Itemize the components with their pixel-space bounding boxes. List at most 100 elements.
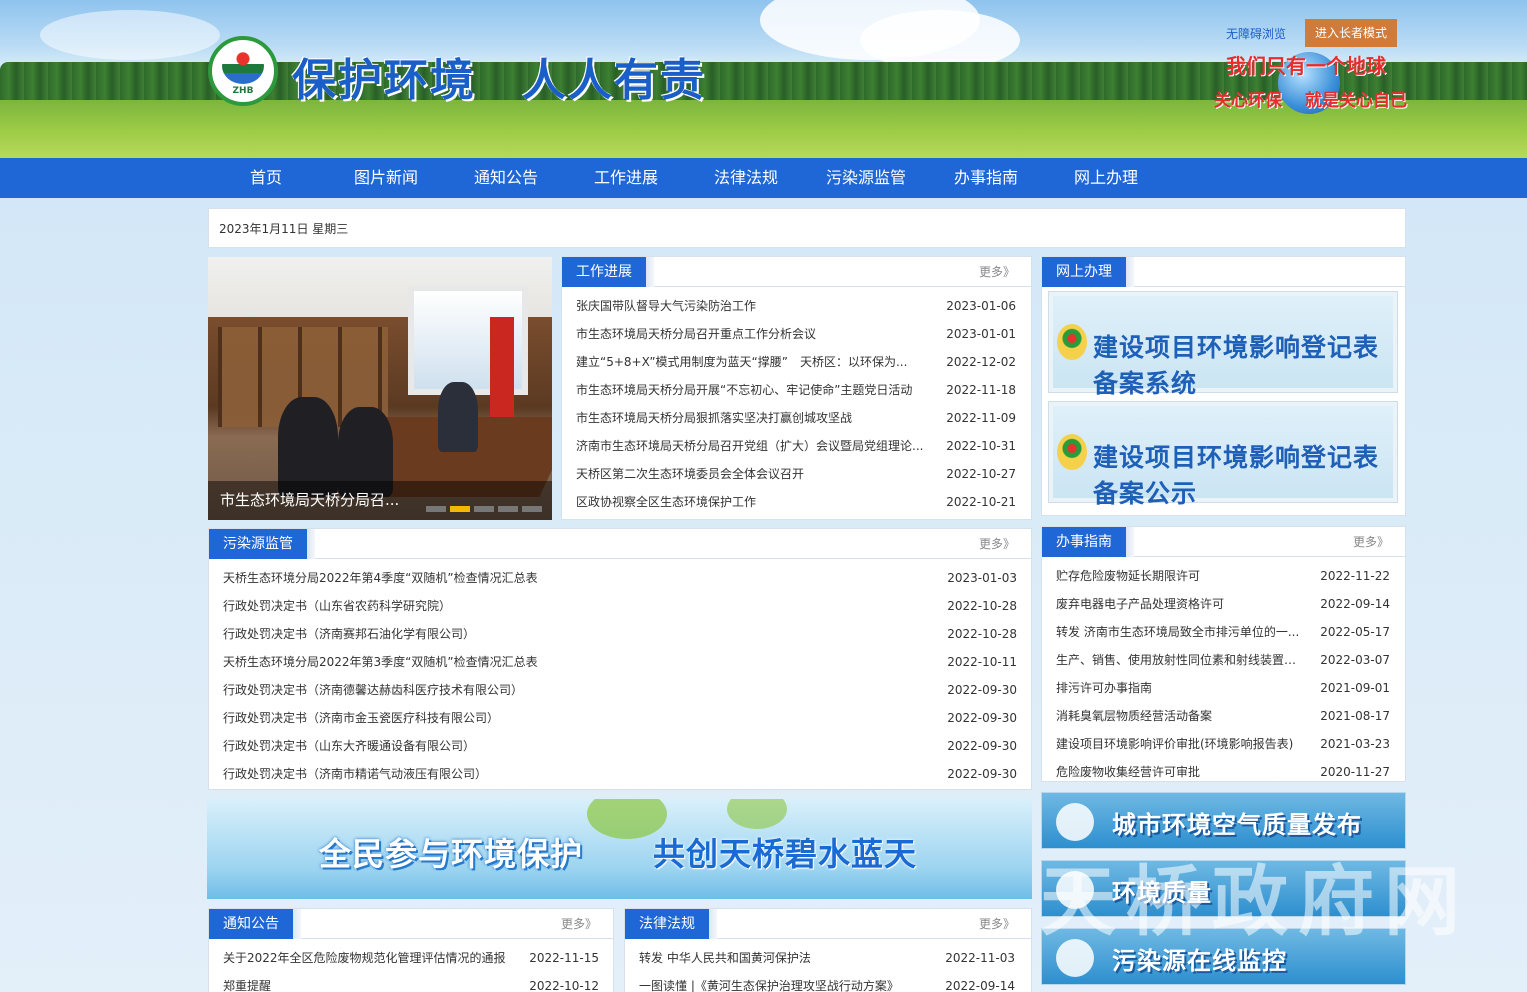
list-item-title[interactable]: 市生态环境局天桥分局召开重点工作分析会议 [576,320,931,348]
list-item[interactable]: 郑重提醒 2022-10-12 [223,972,599,992]
list-item-title[interactable]: 转发 中华人民共和国黄河保护法 [639,944,929,972]
service-link-registration-system[interactable]: 建设项目环境影响登记表备案系统 [1048,291,1398,398]
laws-panel: 法律法规 更多》 转发 中华人民共和国黄河保护法 2022-11-03 一图读懂 |… [624,908,1032,992]
list-item-title[interactable]: 贮存危险废物延长期限许可 [1056,562,1301,590]
panel-header: 网上办理 [1042,257,1405,287]
leaf-decoration [727,799,787,829]
list-item-date: 2022-09-14 [945,979,1015,992]
list-item-date: 2022-11-22 [1320,569,1390,583]
slider-dot[interactable] [498,506,518,512]
slider-dot[interactable] [426,506,446,512]
elder-mode-button[interactable]: 进入长者模式 [1305,19,1397,47]
list-item[interactable]: 行政处罚决定书（济南德馨达赫齿科医疗技术有限公司） 2022-09-30 [223,676,1017,704]
panel-title[interactable]: 法律法规 [625,909,717,939]
list-item-title[interactable]: 天桥生态环境分局2022年第3季度“双随机”检查情况汇总表 [223,648,823,676]
list-item-title[interactable]: 危险废物收集经营许可审批 [1056,758,1301,786]
list-item-title[interactable]: 生产、销售、使用放射性同位素和射线装置的... [1056,646,1301,674]
list-item[interactable]: 排污许可办事指南 2021-09-01 [1056,674,1390,702]
list-item[interactable]: 贮存危险废物延长期限许可 2022-11-22 [1056,562,1390,590]
more-link[interactable]: 更多》 [1353,527,1389,557]
list-item-title[interactable]: 行政处罚决定书（山东省农药科学研究院） [223,592,823,620]
cloud-decoration [860,10,1020,70]
panel-title[interactable]: 通知公告 [209,909,301,939]
slider-dot[interactable] [474,506,494,512]
list-item-title[interactable]: 建设项目环境影响评价审批(环境影响报告表) [1056,730,1301,758]
list-item-title[interactable]: 建立“5+8+X”模式用制度为蓝天“撑腰” 天桥区：以环保为... [576,348,931,376]
list-item-title[interactable]: 排污许可办事指南 [1056,674,1301,702]
site-logo[interactable]: ZHB [208,36,278,106]
list-item[interactable]: 转发 中华人民共和国黄河保护法 2022-11-03 [639,944,1015,972]
list-item[interactable]: 生产、销售、使用放射性同位素和射线装置的... 2022-03-07 [1056,646,1390,674]
nav-item-online-service[interactable]: 网上办理 [1046,158,1166,198]
list-item-title[interactable]: 市生态环境局天桥分局狠抓落实坚决打赢创城攻坚战 [576,404,931,432]
list-item[interactable]: 一图读懂 |《黄河生态保护治理攻坚战行动方案》 2022-09-14 [639,972,1015,992]
nav-item-notices[interactable]: 通知公告 [446,158,566,198]
list-item-title[interactable]: 行政处罚决定书（济南德馨达赫齿科医疗技术有限公司） [223,676,823,704]
list-item-date: 2021-08-17 [1320,709,1390,723]
list-item-date: 2022-10-28 [947,627,1017,641]
list-item-title[interactable]: 张庆国带队督导大气污染防治工作 [576,292,931,320]
list-item[interactable]: 天桥生态环境分局2022年第3季度“双随机”检查情况汇总表 2022-10-11 [223,648,1017,676]
list-item-title[interactable]: 天桥生态环境分局2022年第4季度“双随机”检查情况汇总表 [223,564,823,592]
list-item-title[interactable]: 天桥区第二次生态环境委员会全体会议召开 [576,460,931,488]
nav-item-home[interactable]: 首页 [206,158,326,198]
nav-item-laws[interactable]: 法律法规 [686,158,806,198]
list-item[interactable]: 消耗臭氧层物质经营活动备案 2021-08-17 [1056,702,1390,730]
list-item-title[interactable]: 市生态环境局天桥分局开展“不忘初心、牢记使命”主题党日活动 [576,376,931,404]
photo-news-slider[interactable]: 市生态环境局天桥分局召... [208,257,552,520]
nav-item-photo-news[interactable]: 图片新闻 [326,158,446,198]
list-item[interactable]: 济南市生态环境局天桥分局召开党组（扩大）会议暨局党组理论... 2022-10-3… [576,432,1016,460]
list-item-title[interactable]: 行政处罚决定书（济南市精诺气动液压有限公司） [223,760,823,788]
list-item[interactable]: 区政协视察全区生态环境保护工作 2022-10-21 [576,488,1016,516]
list-item-title[interactable]: 一图读懂 |《黄河生态保护治理攻坚战行动方案》 [639,972,929,992]
list-item[interactable]: 市生态环境局天桥分局召开重点工作分析会议 2023-01-01 [576,320,1016,348]
list-item-title[interactable]: 郑重提醒 [223,972,513,992]
list-item-title[interactable]: 济南市生态环境局天桥分局召开党组（扩大）会议暨局党组理论... [576,432,931,460]
panel-title[interactable]: 办事指南 [1042,527,1134,557]
list-item[interactable]: 行政处罚决定书（济南赛邦石油化学有限公司） 2022-10-28 [223,620,1017,648]
list-item[interactable]: 危险废物收集经营许可审批 2020-11-27 [1056,758,1390,786]
list-item-title[interactable]: 行政处罚决定书（济南市金玉瓷医疗科技有限公司） [223,704,823,732]
list-item[interactable]: 市生态环境局天桥分局狠抓落实坚决打赢创城攻坚战 2022-11-09 [576,404,1016,432]
panel-title[interactable]: 污染源监管 [209,529,315,559]
list-item-title[interactable]: 转发 济南市生态环境局致全市排污单位的一... [1056,618,1301,646]
service-banner: 建设项目环境影响登记表备案公示 [1053,406,1393,508]
list-item-title[interactable]: 区政协视察全区生态环境保护工作 [576,488,931,516]
list-item-title[interactable]: 行政处罚决定书（山东大齐暖通设备有限公司） [223,732,823,760]
list-item[interactable]: 行政处罚决定书（济南市金玉瓷医疗科技有限公司） 2022-09-30 [223,704,1017,732]
list-item-title[interactable]: 行政处罚决定书（济南赛邦石油化学有限公司） [223,620,823,648]
accessibility-link[interactable]: 无障碍浏览 [1226,25,1286,42]
nav-item-pollution[interactable]: 污染源监管 [806,158,926,198]
list-item[interactable]: 转发 济南市生态环境局致全市排污单位的一... 2022-05-17 [1056,618,1390,646]
list-item[interactable]: 行政处罚决定书（山东大齐暖通设备有限公司） 2022-09-30 [223,732,1017,760]
list-item[interactable]: 天桥生态环境分局2022年第4季度“双随机”检查情况汇总表 2023-01-03 [223,564,1017,592]
more-link[interactable]: 更多》 [979,529,1015,559]
list-item[interactable]: 废弃电器电子产品处理资格许可 2022-09-14 [1056,590,1390,618]
list-item-title[interactable]: 废弃电器电子产品处理资格许可 [1056,590,1301,618]
panel-title[interactable]: 工作进展 [562,257,654,287]
nav-item-work-progress[interactable]: 工作进展 [566,158,686,198]
list-item[interactable]: 建设项目环境影响评价审批(环境影响报告表) 2021-03-23 [1056,730,1390,758]
more-link[interactable]: 更多》 [979,257,1015,287]
promo-banner[interactable]: 全民参与环境保护 共创天桥碧水蓝天 [207,799,1032,899]
panel-title[interactable]: 网上办理 [1042,257,1134,287]
list-item[interactable]: 行政处罚决定书（济南市精诺气动液压有限公司） 2022-09-30 [223,760,1017,788]
list-item[interactable]: 建立“5+8+X”模式用制度为蓝天“撑腰” 天桥区：以环保为... 2022-12… [576,348,1016,376]
slider-dot-active[interactable] [450,506,470,512]
work-progress-panel: 工作进展 更多》 张庆国带队督导大气污染防治工作 2023-01-06 市生态环境局… [561,256,1032,520]
list-item-date: 2022-10-12 [529,979,599,992]
list-item[interactable]: 行政处罚决定书（山东省农药科学研究院） 2022-10-28 [223,592,1017,620]
list-item[interactable]: 天桥区第二次生态环境委员会全体会议召开 2022-10-27 [576,460,1016,488]
list-item[interactable]: 张庆国带队督导大气污染防治工作 2023-01-06 [576,292,1016,320]
more-link[interactable]: 更多》 [561,909,597,939]
list-item[interactable]: 关于2022年全区危险废物规范化管理评估情况的通报 2022-11-15 [223,944,599,972]
list-item-date: 2022-12-02 [946,355,1016,369]
list-item-title[interactable]: 消耗臭氧层物质经营活动备案 [1056,702,1301,730]
list-item-date: 2021-09-01 [1320,681,1390,695]
nav-item-guide[interactable]: 办事指南 [926,158,1046,198]
slider-dot[interactable] [522,506,542,512]
list-item[interactable]: 市生态环境局天桥分局开展“不忘初心、牢记使命”主题党日活动 2022-11-18 [576,376,1016,404]
service-link-registration-publicity[interactable]: 建设项目环境影响登记表备案公示 [1048,401,1398,508]
more-link[interactable]: 更多》 [979,909,1015,939]
list-item-title[interactable]: 关于2022年全区危险废物规范化管理评估情况的通报 [223,944,513,972]
